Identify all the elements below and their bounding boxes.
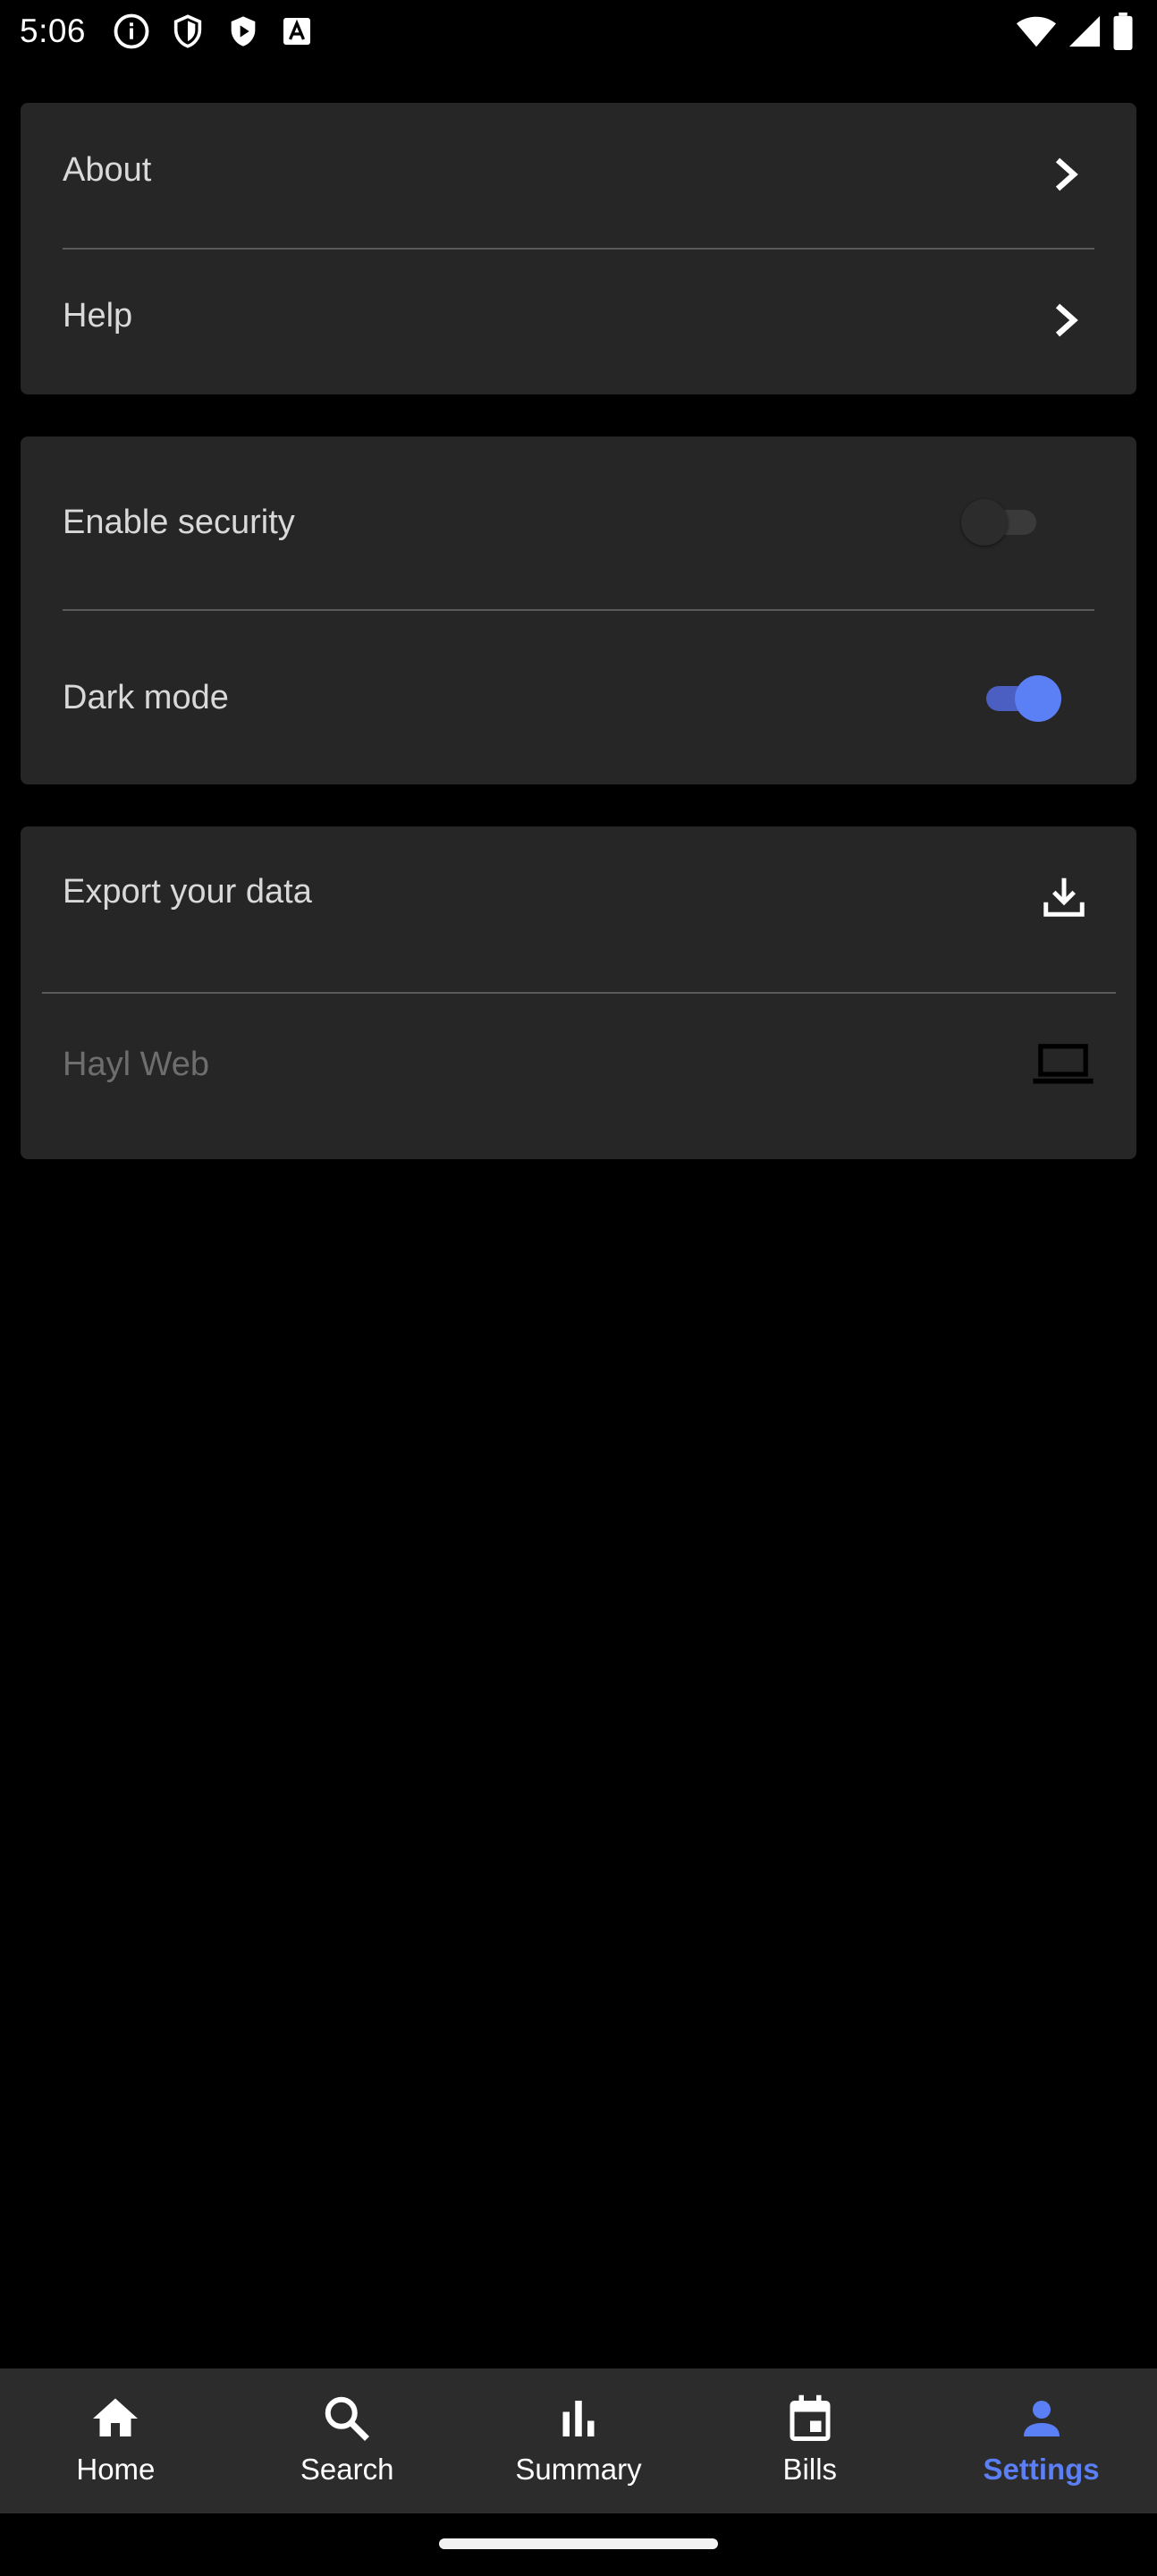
- chevron-right-icon: [1052, 302, 1083, 343]
- calendar-icon: [783, 2392, 837, 2445]
- shield-icon: [170, 13, 206, 50]
- help-row[interactable]: Help: [21, 250, 1136, 394]
- battery-icon: [1112, 13, 1134, 50]
- chevron-right-icon: [1052, 157, 1083, 197]
- data-card: Export your data Hayl Web: [21, 826, 1136, 1159]
- dark-mode-row[interactable]: Dark mode: [21, 611, 1136, 784]
- nav-search[interactable]: Search: [232, 2368, 463, 2513]
- text-icon: [281, 15, 313, 47]
- download-icon: [1040, 871, 1088, 926]
- status-icons-right: [1016, 13, 1134, 50]
- signal-icon: [1068, 13, 1102, 49]
- security-toggle[interactable]: [961, 497, 1047, 547]
- nav-settings-label: Settings: [983, 2453, 1100, 2486]
- help-label: Help: [63, 297, 133, 335]
- nav-summary-label: Summary: [515, 2453, 642, 2486]
- nav-home-label: Home: [76, 2453, 156, 2486]
- gesture-bar[interactable]: [439, 2538, 718, 2549]
- person-icon: [1015, 2392, 1068, 2445]
- about-label: About: [63, 151, 152, 189]
- security-row[interactable]: Enable security: [21, 436, 1136, 609]
- about-row[interactable]: About: [21, 103, 1136, 249]
- status-bar: 5:06: [0, 0, 1157, 63]
- info-icon: [113, 13, 150, 50]
- dark-mode-label: Dark mode: [63, 679, 229, 716]
- dark-mode-toggle[interactable]: [975, 674, 1061, 724]
- bar-chart-icon: [552, 2392, 605, 2445]
- web-label: Hayl Web: [63, 1046, 210, 1083]
- web-row[interactable]: Hayl Web: [21, 994, 1136, 1159]
- wifi-icon: [1016, 13, 1057, 49]
- nav-bills-label: Bills: [782, 2453, 838, 2486]
- laptop-icon: [1031, 1038, 1095, 1093]
- bottom-navigation: Home Search Summary Bills Settings: [0, 2368, 1157, 2513]
- info-card: About Help: [21, 103, 1136, 394]
- nav-settings[interactable]: Settings: [925, 2368, 1157, 2513]
- nav-bills[interactable]: Bills: [694, 2368, 925, 2513]
- status-time: 5:06: [20, 13, 87, 49]
- export-label: Export your data: [63, 873, 312, 911]
- security-label: Enable security: [63, 504, 295, 541]
- home-icon: [89, 2392, 142, 2445]
- preferences-card: Enable security Dark mode: [21, 436, 1136, 784]
- nav-summary[interactable]: Summary: [463, 2368, 695, 2513]
- search-icon: [320, 2392, 374, 2445]
- nav-home[interactable]: Home: [0, 2368, 232, 2513]
- nav-search-label: Search: [300, 2453, 394, 2486]
- play-store-icon: [225, 13, 261, 50]
- export-row[interactable]: Export your data: [21, 826, 1136, 992]
- status-icons-left: [113, 13, 313, 50]
